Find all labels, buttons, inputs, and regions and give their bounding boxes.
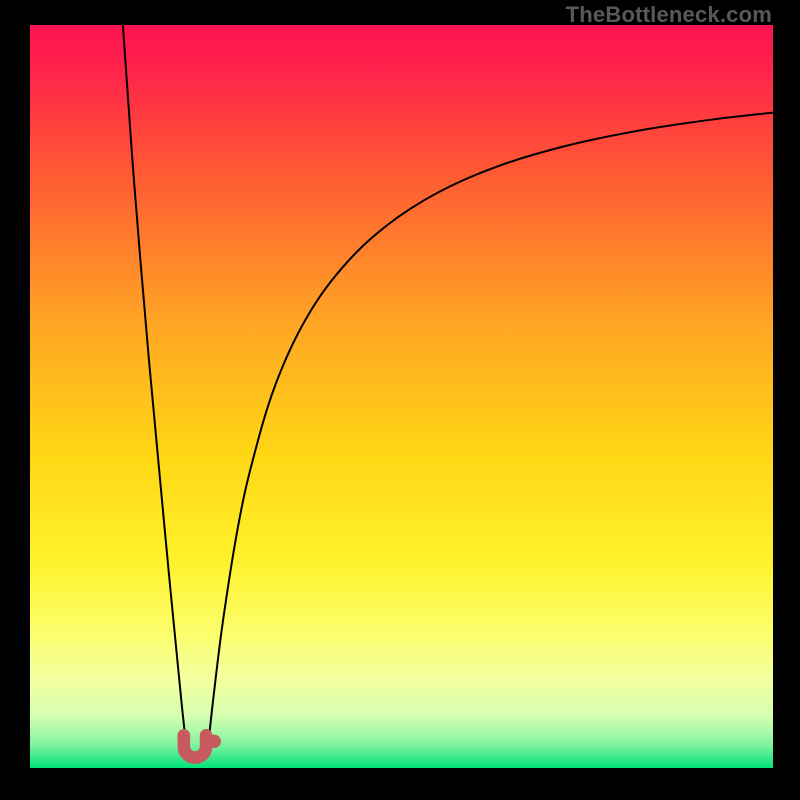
chart-frame: TheBottleneck.com [0,0,800,800]
marker-dot [208,735,221,748]
bottleneck-chart [30,25,773,768]
gradient-background [30,25,773,768]
